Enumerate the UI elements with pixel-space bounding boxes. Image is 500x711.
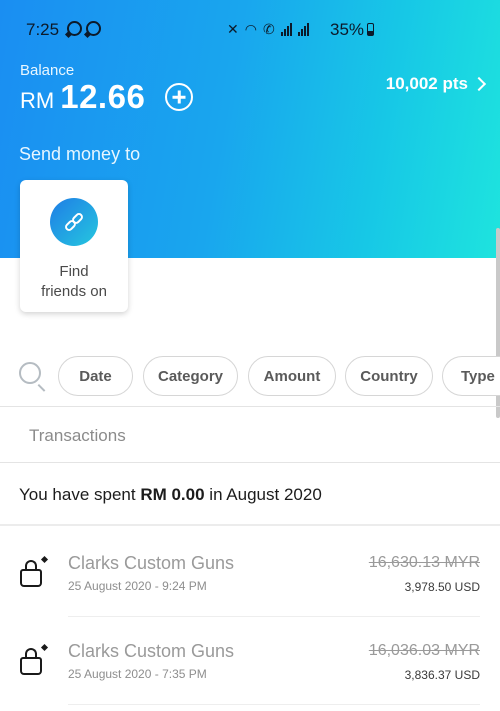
transaction-original-amount: 16,630.13 MYR <box>368 554 480 571</box>
balance-amount: 12.66 <box>60 78 146 115</box>
send-money-label: Send money to <box>19 144 141 164</box>
mute-icon: ✕ <box>227 21 239 37</box>
wifi-icon: ◠ <box>244 21 257 37</box>
shopping-bag-icon <box>20 555 49 587</box>
link-icon <box>50 198 98 246</box>
filter-chip-category[interactable]: Category <box>143 356 238 396</box>
balance-currency: RM <box>20 88 55 113</box>
wifi-call-icon: ✆ <box>262 21 275 37</box>
points-value: 10,002 pts <box>385 74 468 93</box>
filter-chip-country[interactable]: Country <box>345 356 433 396</box>
transaction-date: 25 August 2020 - 7:35 PM <box>68 667 207 681</box>
whatsapp-icon <box>86 21 101 36</box>
transaction-merchant: Clarks Custom Guns <box>68 641 235 661</box>
transactions-header: Transactions <box>29 426 126 445</box>
divider <box>0 406 500 407</box>
divider <box>0 524 500 526</box>
spent-amount: RM 0.00 <box>140 485 205 504</box>
system-icons: ✕ ◠ ✆ <box>227 22 309 36</box>
transaction-row[interactable]: Clarks Custom Guns 25 August 2020 - 7:35… <box>0 623 500 703</box>
battery-percentage: 35% <box>330 20 365 39</box>
filter-chip-type[interactable]: Type <box>442 356 500 396</box>
balance-label: Balance <box>20 62 75 79</box>
transaction-row[interactable]: Clarks Custom Guns 25 August 2020 - 9:24… <box>0 535 500 615</box>
divider <box>68 704 480 705</box>
whatsapp-icon <box>67 21 82 36</box>
filter-bar: Date Category Amount Country Type <box>0 356 500 400</box>
balance-value: RM 12.66 <box>20 78 145 116</box>
points-button[interactable]: 10,002 pts <box>385 74 487 94</box>
transaction-date: 25 August 2020 - 9:24 PM <box>68 579 207 593</box>
divider <box>68 616 480 617</box>
notification-icons <box>67 21 101 36</box>
chevron-right-icon <box>471 76 487 92</box>
find-friends-card[interactable]: Find friends on <box>20 180 128 312</box>
transaction-usd-amount: 3,836.37 USD <box>404 668 480 682</box>
signal-icon <box>297 22 309 36</box>
transaction-usd-amount: 3,978.50 USD <box>404 580 480 594</box>
find-friends-label: Find friends on <box>41 263 107 300</box>
add-money-button[interactable] <box>165 83 193 111</box>
shopping-bag-icon <box>20 643 49 675</box>
status-bar: 7:25 ✕ ◠ ✆ 35% <box>0 14 500 44</box>
signal-icon <box>280 22 292 36</box>
filter-chip-amount[interactable]: Amount <box>248 356 336 396</box>
divider <box>0 462 500 463</box>
search-icon[interactable] <box>19 362 41 384</box>
status-time: 7:25 <box>26 20 60 39</box>
spent-summary: You have spent RM 0.00 in August 2020 <box>19 485 322 504</box>
transaction-original-amount: 16,036.03 MYR <box>368 642 480 659</box>
filter-chip-date[interactable]: Date <box>58 356 133 396</box>
battery-icon <box>367 23 374 36</box>
transaction-merchant: Clarks Custom Guns <box>68 553 235 573</box>
